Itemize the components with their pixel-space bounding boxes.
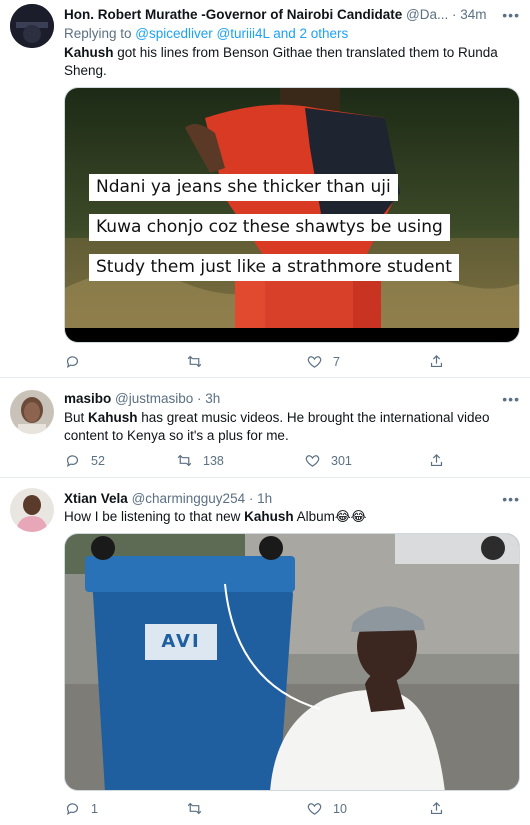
avatar[interactable] bbox=[10, 488, 54, 532]
retweet-icon bbox=[177, 454, 192, 467]
tweet-text-bold: Kahush bbox=[64, 45, 114, 60]
replying-to: Replying to @spicedliver @turiii4L and 2… bbox=[64, 26, 349, 41]
author-name[interactable]: Xtian Vela bbox=[64, 491, 128, 506]
tweet-time[interactable]: 1h bbox=[257, 491, 272, 506]
tweet-actions: 1 10 bbox=[64, 800, 484, 818]
reply-button[interactable] bbox=[64, 353, 91, 370]
reply-icon bbox=[66, 455, 79, 468]
share-icon bbox=[430, 453, 443, 467]
tweet-header: Hon. Robert Murathe -Governor of Nairobi… bbox=[64, 7, 487, 22]
reply-mentions-link[interactable]: @spicedliver @turiii4L and 2 others bbox=[135, 26, 348, 41]
retweet-icon bbox=[187, 802, 202, 815]
share-icon bbox=[430, 801, 443, 815]
avatar-image bbox=[10, 488, 54, 532]
avatar[interactable] bbox=[10, 390, 54, 434]
tweet-2[interactable]: masibo @justmasibo · 3h ••• But Kahush h… bbox=[0, 378, 530, 478]
author-handle[interactable]: @Da... bbox=[406, 7, 448, 22]
reply-button[interactable]: 1 bbox=[64, 800, 98, 817]
like-count: 10 bbox=[333, 801, 347, 816]
tweet-time[interactable]: 34m bbox=[460, 7, 486, 22]
share-button[interactable] bbox=[428, 452, 445, 469]
reply-count: 1 bbox=[91, 801, 98, 816]
author-name[interactable]: masibo bbox=[64, 391, 111, 406]
like-button[interactable]: 10 bbox=[306, 800, 347, 817]
like-count: 301 bbox=[331, 453, 352, 468]
more-icon[interactable]: ••• bbox=[502, 392, 520, 406]
more-icon[interactable]: ••• bbox=[502, 492, 520, 506]
tweet-text-pre: How I be listening to that new bbox=[64, 509, 245, 524]
tweet-actions: 7 bbox=[64, 353, 484, 371]
reply-icon bbox=[66, 356, 79, 369]
like-button[interactable]: 301 bbox=[304, 452, 352, 469]
author-handle[interactable]: @charmingguy254 bbox=[132, 491, 246, 506]
like-icon bbox=[305, 455, 320, 467]
tweet-text-body: got his lines from Benson Githae then tr… bbox=[64, 45, 498, 78]
retweet-icon bbox=[187, 355, 202, 368]
tweet-text-pre: But bbox=[64, 410, 89, 425]
like-icon bbox=[307, 803, 322, 815]
tweet-text-bold: Kahush bbox=[244, 509, 294, 524]
tweet-header: masibo @justmasibo · 3h bbox=[64, 391, 221, 406]
retweet-button[interactable] bbox=[186, 800, 213, 817]
like-button[interactable]: 7 bbox=[306, 353, 340, 370]
avatar-image bbox=[10, 4, 54, 48]
retweet-button[interactable]: 138 bbox=[176, 452, 224, 469]
retweet-button[interactable] bbox=[186, 353, 213, 370]
tweet-media-image[interactable]: AVI bbox=[64, 533, 520, 791]
retweet-count: 138 bbox=[203, 453, 224, 468]
like-icon bbox=[307, 356, 322, 368]
video-caption-1: Ndani ya jeans she thicker than uji bbox=[89, 174, 398, 201]
tweet-text-body: Album😂😂 bbox=[293, 509, 367, 524]
video-caption-3: Study them just like a strathmore studen… bbox=[89, 254, 459, 281]
bin-logo-text: AVI bbox=[161, 631, 201, 652]
tweet-text: How I be listening to that new Kahush Al… bbox=[64, 508, 514, 526]
tweet-1[interactable]: Hon. Robert Murathe -Governor of Nairobi… bbox=[0, 0, 530, 378]
tweet-header: Xtian Vela @charmingguy254 · 1h bbox=[64, 491, 273, 506]
reply-button[interactable]: 52 bbox=[64, 452, 105, 469]
avatar-image bbox=[10, 390, 54, 434]
reply-icon bbox=[66, 803, 79, 816]
author-handle[interactable]: @justmasibo bbox=[115, 391, 193, 406]
tweet-text: But Kahush has great music videos. He br… bbox=[64, 409, 504, 445]
like-count: 7 bbox=[333, 354, 340, 369]
tweet-3[interactable]: Xtian Vela @charmingguy254 · 1h ••• How … bbox=[0, 478, 530, 825]
more-icon[interactable]: ••• bbox=[502, 8, 520, 22]
video-caption-2: Kuwa chonjo coz these shawtys be using bbox=[89, 214, 450, 241]
reply-count: 52 bbox=[91, 453, 105, 468]
tweet-text-bold: Kahush bbox=[88, 410, 138, 425]
share-icon bbox=[430, 354, 443, 368]
share-button[interactable] bbox=[428, 353, 445, 370]
tweet-text: Kahush got his lines from Benson Githae … bbox=[64, 44, 514, 80]
tweet-media-video[interactable]: Ndani ya jeans she thicker than uji Kuwa… bbox=[64, 87, 520, 343]
avatar[interactable] bbox=[10, 4, 54, 48]
author-name[interactable]: Hon. Robert Murathe -Governor of Nairobi… bbox=[64, 7, 402, 22]
meme-photo bbox=[65, 534, 519, 790]
tweet-time[interactable]: 3h bbox=[205, 391, 220, 406]
share-button[interactable] bbox=[428, 800, 445, 817]
tweet-actions: 52 138 301 bbox=[64, 452, 484, 470]
